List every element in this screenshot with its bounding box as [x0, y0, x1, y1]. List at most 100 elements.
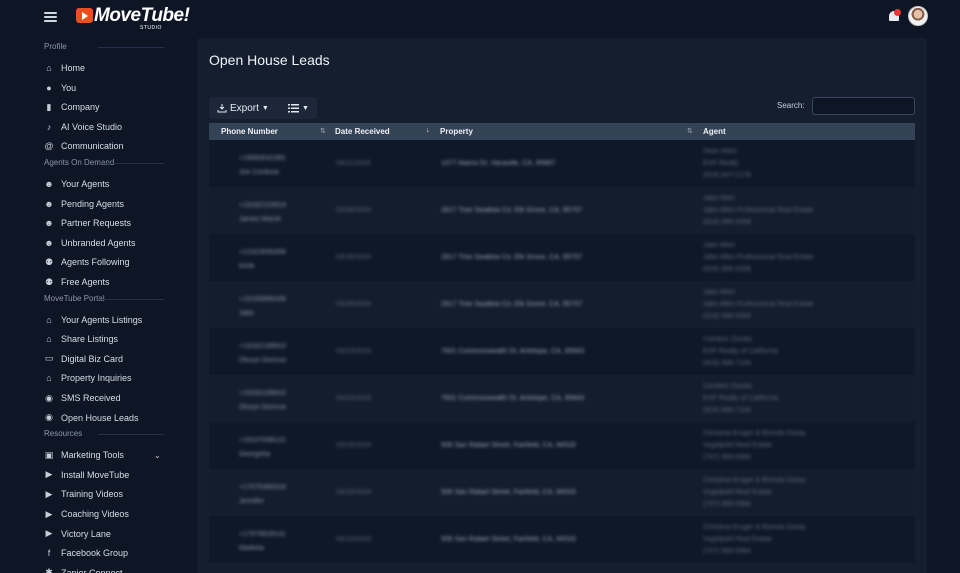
sidebar-item-your-agents[interactable]: ☻ Your Agents [44, 176, 174, 192]
agent-phone: (707) 999-0984 [703, 501, 751, 508]
cell-phone: +19162189910 Olurye Gemcor [239, 342, 286, 366]
cell-phone: +19165886336 Jake [239, 295, 286, 319]
lead-name: Jake [239, 310, 254, 317]
avatar[interactable] [908, 6, 928, 26]
notification-dot [894, 9, 901, 16]
table-row[interactable]: +19162103919 James Marsh 03/28/2024 2817 Tr… [209, 187, 915, 234]
agent-phone: (916) 996-7104 [703, 360, 751, 367]
sidebar-item-marketing-tools[interactable]: ▣ Marketing Tools ⌄ [44, 447, 174, 463]
sidebar-item-property-inquiries[interactable]: ⌂ Property Inquiries [44, 370, 174, 386]
sidebar-item-training-videos[interactable]: ▶ Training Videos [44, 486, 174, 502]
col-agent[interactable]: Agent [703, 123, 726, 140]
list-icon [288, 104, 299, 113]
sidebar-section-label: Resources [44, 429, 83, 439]
sidebar-item-open-house-leads[interactable]: ◉ Open House Leads [44, 410, 174, 426]
table-row[interactable]: +19165886336 Jake 03/28/2024 2817 Tree Swal… [209, 281, 915, 328]
sidebar-item-you[interactable]: ● You [44, 80, 174, 96]
sidebar-item-label: Communication [61, 141, 124, 152]
sidebar-item-free-agents[interactable]: ⚉ Free Agents [44, 274, 174, 290]
sidebar-item-install-movetube[interactable]: ▶ Install MoveTube [44, 467, 174, 483]
column-visibility-button[interactable]: ▼ [288, 97, 309, 119]
cell-agent: Jake Allen Jake Allen Professional Real E… [703, 194, 814, 228]
sidebar-item-label: You [61, 82, 77, 93]
table-row[interactable]: +17079628141 Markela 03/10/2024 506 San Raf… [209, 516, 915, 563]
cell-phone: +17075365316 Jennifer [239, 483, 286, 507]
at-icon: @ [44, 141, 54, 152]
sidebar-item-facebook-group[interactable]: f Facebook Group [44, 545, 174, 561]
sidebar-item-label: Your Agents [61, 179, 110, 189]
cell-agent: Jake Allen Jake Allen Professional Real E… [703, 241, 814, 275]
sidebar-item-sms-received[interactable]: ◉ SMS Received [44, 390, 174, 406]
search-input[interactable] [812, 97, 915, 115]
sidebar-item-label: Unbranded Agents [61, 237, 136, 248]
col-date-received[interactable]: Date Received [335, 123, 390, 140]
sidebar-item-home[interactable]: ⌂ Home [44, 60, 174, 76]
sidebar-item-partner-requests[interactable]: ☻ Partner Requests [44, 215, 174, 231]
sidebar-item-unbranded-agents[interactable]: ☻ Unbranded Agents [44, 235, 174, 251]
cell-date: 03/28/2024 [336, 207, 372, 214]
sidebar-item-your-agents-listings[interactable]: ⌂ Your Agents Listings [44, 312, 174, 328]
notification-bell-icon[interactable] [888, 9, 901, 23]
sidebar-item-pending-agents[interactable]: ☻ Pending Agents [44, 196, 174, 212]
sidebar-divider [98, 298, 164, 300]
sidebar-section-label: MoveTube Portal [44, 293, 105, 303]
cell-date: 03/16/2024 [336, 442, 372, 449]
sidebar-item-ai-voice-studio[interactable]: ♪ AI Voice Studio [44, 119, 174, 135]
cell-property: 2817 Tree Swallow Cir, Elk Grove, CA, 95… [441, 207, 583, 214]
sidebar-item-label: Agents Following [61, 257, 130, 268]
sidebar-item-company[interactable]: ▮ Company [44, 99, 174, 115]
cell-agent: Jake Allen Jake Allen Professional Real E… [703, 288, 814, 322]
cell-date: 04/11/2024 [336, 160, 371, 167]
cell-date: 03/28/2024 [336, 254, 372, 261]
video-icon: ▶ [45, 488, 53, 499]
lead-phone: +12323595458 [239, 249, 286, 256]
chevron-down-icon[interactable]: ⌄ [154, 451, 161, 460]
sidebar-item-label: Training Videos [61, 489, 124, 500]
cell-date: 03/23/2024 [336, 348, 372, 355]
logo-brand-text: MoveTube! [94, 5, 190, 26]
sidebar-item-label: Open House Leads [61, 412, 139, 423]
cell-phone: +18583042381 Joe Cordova [239, 154, 286, 178]
sidebar-item-label: Victory Lane [61, 528, 111, 539]
sidebar-item-victory-lane[interactable]: ▶ Victory Lane [44, 526, 174, 542]
sidebar-divider [98, 47, 164, 48]
movetube-logo[interactable]: MoveTube! STUDIO [76, 5, 190, 31]
table-row[interactable]: +12323595458 Kirile 03/28/2024 2817 Tree Sw… [209, 234, 915, 281]
agent-company: Jake Allen Professional Real Estate [703, 254, 814, 261]
sort-desc-icon[interactable]: ↓ [426, 127, 430, 134]
table-row[interactable]: +17075365316 Jennifer 03/10/2024 506 San Ra… [209, 469, 915, 516]
sidebar-item-zapier-connect[interactable]: ✱ Zapier Connect [44, 565, 174, 573]
smile-icon: ☻ [44, 198, 54, 209]
logo-sub-text: STUDIO [140, 25, 162, 31]
sidebar-item-agents-following[interactable]: ⚉ Agents Following [44, 254, 174, 270]
table-row[interactable]: +19162189910 Olurye Gemcor 03/23/2024 7601 … [209, 375, 915, 422]
sidebar-item-label: Company [61, 102, 100, 113]
smile-icon: ☻ [44, 237, 54, 248]
sidebar-item-label: Partner Requests [61, 218, 132, 229]
smile-icon: ☻ [44, 218, 54, 229]
sidebar-item-label: AI Voice Studio [61, 121, 123, 132]
hamburger-menu-icon[interactable] [44, 12, 57, 22]
cell-property: 7601 Commonwealth Dr, Antelope, CA, 9584… [441, 395, 585, 402]
sidebar-item-coaching-videos[interactable]: ▶ Coaching Videos [44, 506, 174, 522]
microphone-icon: ♪ [46, 121, 52, 132]
cell-date: 03/10/2024 [336, 489, 372, 496]
lead-phone: +18583042381 [239, 155, 286, 162]
sidebar-item-communication[interactable]: @ Communication [44, 138, 174, 154]
search-label: Search: [777, 101, 805, 110]
cell-agent: Candice Zavala EXP Realty of California (9… [703, 335, 778, 369]
table-row[interactable]: +19107068122 Georgetta 03/16/2024 506 San R… [209, 422, 915, 469]
sidebar-item-label: Zapier Connect [61, 567, 123, 573]
sidebar-item-digital-biz-card[interactable]: ▭ Digital Biz Card [44, 351, 174, 367]
table-row[interactable]: +19162189910 Olurye Gemcor 03/23/2024 7601 … [209, 328, 915, 375]
lead-phone: +19162189910 [239, 390, 286, 397]
export-button[interactable]: Export ▼ [217, 97, 269, 119]
col-property[interactable]: Property [440, 123, 473, 140]
cell-property: 2817 Tree Swallow Cir, Elk Grove, CA, 95… [441, 254, 583, 261]
sidebar-item-share-listings[interactable]: ⌂ Share Listings [44, 331, 174, 347]
table-row[interactable]: +18583042381 Joe Cordova 04/11/2024 1477 Al… [209, 140, 915, 187]
sort-icon[interactable]: ⇅ [320, 127, 326, 135]
agent-company: EXP Realty [703, 160, 739, 167]
col-phone-number[interactable]: Phone Number [221, 123, 278, 140]
sort-icon[interactable]: ⇅ [687, 127, 693, 135]
